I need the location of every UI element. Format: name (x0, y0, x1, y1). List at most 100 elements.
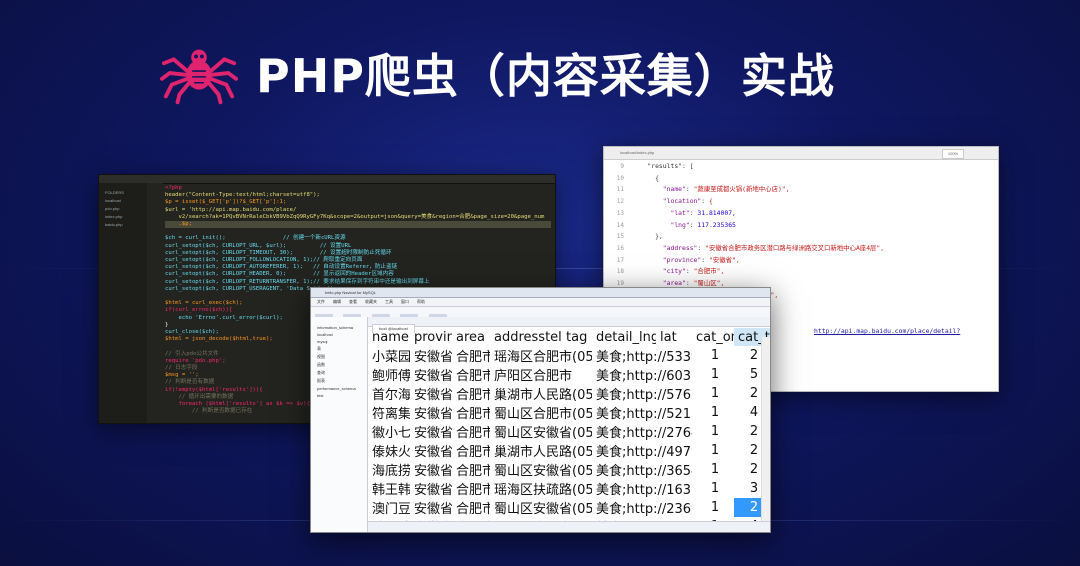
table-row[interactable]: 小菜园安徽省合肥市瑶海区合肥市(0551)美食;http://533986512 (368, 346, 770, 365)
table-cell[interactable]: 傣妹火 (368, 441, 410, 460)
column-header[interactable]: provincity (410, 328, 452, 346)
table-cell[interactable]: 蜀山区安徽省(0551) (490, 460, 592, 479)
sidebar-item[interactable]: localhost (317, 332, 367, 337)
table-cell[interactable]: 1 (692, 365, 734, 384)
table-cell[interactable]: 蜀山区安徽省(0551) (490, 498, 592, 517)
table-cell[interactable]: 合肥市 (452, 384, 490, 403)
table-cell[interactable]: 韩王韩 (368, 479, 410, 498)
table-cell[interactable]: 1 (692, 498, 734, 517)
table-cell[interactable]: 澳门豆 (368, 498, 410, 517)
menu-item[interactable]: 收藏夹 (365, 299, 377, 304)
table-cell[interactable]: 安徽省 (410, 479, 452, 498)
table-cell[interactable]: 鲍师傅 (368, 365, 410, 384)
table-cell[interactable]: 庐阳区合肥市 (490, 365, 592, 384)
cell-address: 巢湖市人民路 (494, 445, 573, 460)
file-tree-item[interactable]: pdo.php (105, 206, 147, 211)
table-cell[interactable]: 1 (692, 403, 734, 422)
table-cell[interactable]: 1 (692, 384, 734, 403)
column-header[interactable]: lat (656, 328, 692, 346)
table-cell[interactable]: 合肥市 (452, 403, 490, 422)
file-tree-item[interactable]: baidu.php (105, 222, 147, 227)
address-bar[interactable]: localhost/index.php 100% (604, 147, 998, 160)
zoom-level[interactable]: 100% (942, 149, 964, 159)
table-cell[interactable]: 蜀山区安徽省(0551) (490, 422, 592, 441)
table-cell[interactable]: 海底捞 (368, 460, 410, 479)
sidebar-item[interactable]: 查询 (317, 370, 367, 376)
table-cell[interactable]: 合肥市 (452, 460, 490, 479)
table-cell[interactable]: 合肥市 (452, 441, 490, 460)
table-cell[interactable]: 安徽省 (410, 441, 452, 460)
menu-item[interactable]: 窗口 (401, 299, 409, 304)
table-row[interactable]: 海底捞安徽省合肥市蜀山区安徽省(0551)美食;http://365456712 (368, 460, 770, 479)
table-cell[interactable]: 1 (692, 479, 734, 498)
sidebar-item[interactable]: 函数 (317, 362, 367, 368)
table-row[interactable]: 首尔海安徽省合肥市巢湖市人民路(0551)美食;http://576518912 (368, 384, 770, 403)
sidebar-item[interactable]: performance_schema (317, 386, 367, 391)
table-cell[interactable]: 合肥市 (452, 365, 490, 384)
table-cell[interactable]: 1 (692, 441, 734, 460)
table-cell[interactable]: 1 (692, 422, 734, 441)
table-cell[interactable]: 合肥市 (452, 498, 490, 517)
column-header[interactable]: name (368, 328, 410, 346)
file-tree-item[interactable]: localhost (105, 198, 147, 203)
file-tree-item[interactable]: FOLDERS (105, 190, 147, 195)
table-cell[interactable]: 美食;http://2764309 (592, 422, 692, 441)
table-cell[interactable]: 1 (692, 460, 734, 479)
column-header[interactable]: area (452, 328, 490, 346)
table-cell[interactable]: 美食;http://5211101 (592, 403, 692, 422)
line-number: 17 (616, 256, 624, 264)
table-cell[interactable]: 安徽省 (410, 365, 452, 384)
table-cell[interactable]: 美食;http://5765189 (592, 384, 692, 403)
table-row[interactable]: 鲍师傅安徽省合肥市庐阳区合肥市美食;http://603679215 (368, 365, 770, 384)
vertical-scrollbar[interactable] (761, 337, 770, 522)
sidebar-item[interactable]: 视图 (317, 354, 367, 360)
table-cell[interactable]: 瑶海区合肥市(0551) (490, 346, 592, 365)
table-cell[interactable]: 安徽省 (410, 460, 452, 479)
menu-item[interactable]: 工具 (385, 299, 393, 304)
table-cell[interactable]: 小菜园 (368, 346, 410, 365)
column-header[interactable]: addressteleph (490, 328, 562, 346)
table-cell[interactable]: 巢湖市人民路(0551) (490, 384, 592, 403)
table-cell[interactable]: 安徽省 (410, 422, 452, 441)
table-row[interactable]: 澳门豆安徽省合肥市蜀山区安徽省(0551)美食;http://236992812 (368, 498, 770, 517)
table-cell[interactable]: 巢湖市人民路(0551) (490, 441, 592, 460)
menu-item[interactable]: 编辑 (333, 299, 341, 304)
table-cell[interactable]: 安徽省 (410, 498, 452, 517)
file-tree-item[interactable]: index.php (105, 214, 147, 219)
table-row[interactable]: 徽小七安徽省合肥市蜀山区安徽省(0551)美食;http://276430912 (368, 422, 770, 441)
table-cell[interactable]: 徽小七 (368, 422, 410, 441)
table-cell[interactable]: 美食;http://1635898 (592, 479, 692, 498)
table-cell[interactable]: 合肥市 (452, 422, 490, 441)
table-cell[interactable]: 符离集 (368, 403, 410, 422)
column-header[interactable]: detail_lng (592, 328, 656, 346)
sidebar-item[interactable]: information_schema (317, 325, 367, 330)
table-cell[interactable]: 安徽省 (410, 346, 452, 365)
cell-tag: 美食; (596, 388, 627, 403)
sidebar-item[interactable]: mysql (317, 339, 367, 344)
table-cell[interactable]: 美食;http://6036792 (592, 365, 692, 384)
table-cell[interactable]: 美食;http://2369928 (592, 498, 692, 517)
detail-link[interactable]: http://api.map.baidu.com/place/detail? (814, 327, 960, 335)
sidebar-item[interactable]: 表 (317, 346, 367, 352)
table-cell[interactable]: 蜀山区合肥市(0551) (490, 403, 592, 422)
menu-item[interactable]: 文件 (317, 299, 325, 304)
table-row[interactable]: 韩王韩安徽省合肥市瑶海区扶疏路(0551)美食;http://163589813 (368, 479, 770, 498)
table-cell[interactable]: 合肥市 (452, 346, 490, 365)
table-cell[interactable]: 美食;http://5339865 (592, 346, 692, 365)
menu-item[interactable]: 查看 (349, 299, 357, 304)
table-cell[interactable]: 安徽省 (410, 384, 452, 403)
menu-item[interactable]: 帮助 (417, 299, 425, 304)
table-cell[interactable]: 首尔海 (368, 384, 410, 403)
table-cell[interactable]: 1 (692, 346, 734, 365)
table-cell[interactable]: 美食;http://4979182 (592, 441, 692, 460)
sidebar-item[interactable]: 报表 (317, 378, 367, 384)
table-row[interactable]: 傣妹火安徽省合肥市巢湖市人民路(0551)美食;http://497918212 (368, 441, 770, 460)
table-cell[interactable]: 合肥市 (452, 479, 490, 498)
table-row[interactable]: 符离集安徽省合肥市蜀山区合肥市(0551)美食;http://521110114 (368, 403, 770, 422)
sidebar-item[interactable]: test (317, 393, 367, 398)
table-cell[interactable]: 美食;http://3654567 (592, 460, 692, 479)
column-header[interactable]: cat_on (692, 328, 734, 346)
table-cell[interactable]: 安徽省 (410, 403, 452, 422)
column-header[interactable]: tag (562, 328, 592, 346)
table-cell[interactable]: 瑶海区扶疏路(0551) (490, 479, 592, 498)
